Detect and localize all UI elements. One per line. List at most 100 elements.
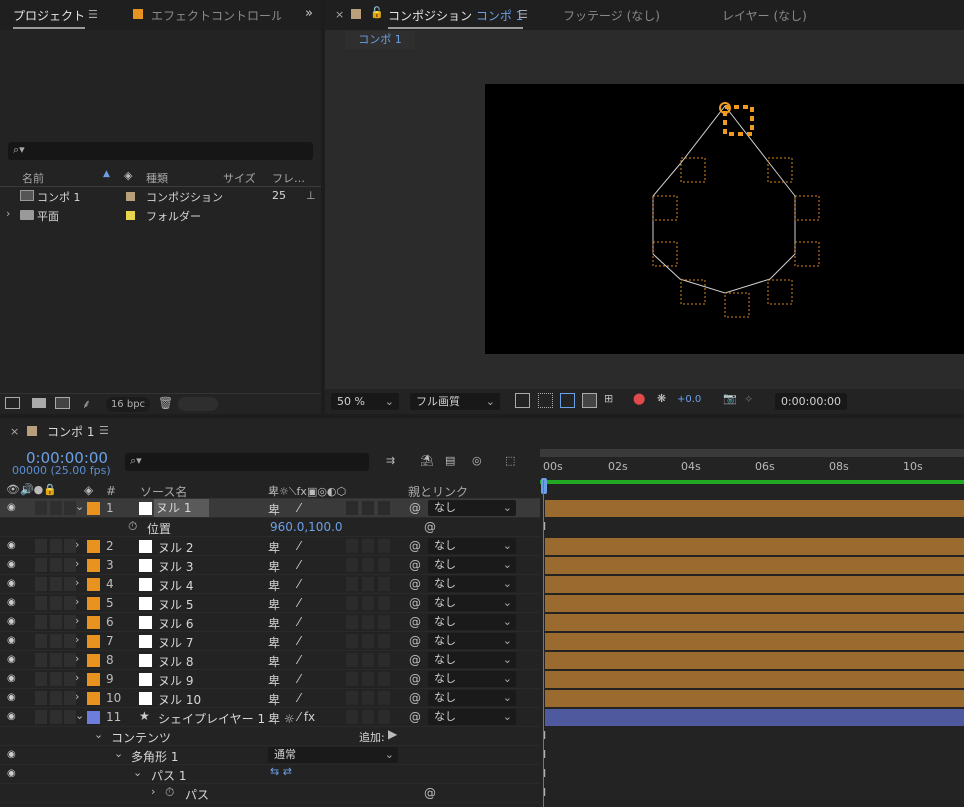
- switch-cell[interactable]: [362, 653, 374, 667]
- transparency-grid-icon[interactable]: [538, 393, 553, 408]
- quality-switch-icon[interactable]: ⁄: [298, 596, 300, 610]
- eye-icon[interactable]: ◉: [7, 540, 19, 552]
- eye-icon[interactable]: ◉: [7, 578, 19, 590]
- pick-whip-icon[interactable]: @: [409, 577, 421, 591]
- shy-switch-icon[interactable]: 卑: [268, 615, 280, 632]
- item-label-swatch[interactable]: [126, 211, 135, 220]
- new-composition-icon[interactable]: [55, 397, 70, 409]
- sort-up-icon[interactable]: ▲: [103, 169, 110, 179]
- switch-cell[interactable]: [362, 539, 374, 553]
- shy-switch-icon[interactable]: 卑: [268, 653, 280, 670]
- layer-duration-bar[interactable]: [545, 614, 964, 631]
- eye-icon[interactable]: ◉: [7, 597, 19, 609]
- tab-project[interactable]: プロジェクト: [13, 7, 86, 29]
- switch-cell[interactable]: [346, 539, 358, 553]
- shy-switch-icon[interactable]: 卑: [268, 634, 280, 651]
- switch-cell[interactable]: [35, 710, 47, 724]
- switch-cell[interactable]: [378, 710, 390, 724]
- null-handle[interactable]: [794, 241, 820, 267]
- label-color-swatch[interactable]: [87, 597, 100, 610]
- position-value[interactable]: 960.0,100.0: [270, 520, 343, 534]
- eye-icon[interactable]: ◉: [7, 692, 19, 704]
- chevron-icon[interactable]: ›: [75, 690, 79, 703]
- close-icon[interactable]: ×: [335, 8, 344, 21]
- switch-cell[interactable]: [362, 558, 374, 572]
- chevron-icon[interactable]: ›: [75, 595, 79, 608]
- layer-duration-bar[interactable]: [545, 595, 964, 612]
- camera-icon[interactable]: 📷: [723, 392, 737, 405]
- switch-cell[interactable]: [50, 634, 62, 648]
- eye-icon[interactable]: ◉: [7, 616, 19, 628]
- bpc-button[interactable]: 16 bpc: [106, 397, 150, 412]
- switch-cell[interactable]: [346, 615, 358, 629]
- shy-switch-icon[interactable]: 卑: [268, 539, 280, 556]
- shy-switch-icon[interactable]: 卑: [268, 691, 280, 708]
- item-label-swatch[interactable]: [126, 192, 135, 201]
- chevron-right-icon[interactable]: ›: [151, 785, 155, 798]
- quality-switch-icon[interactable]: ⁄: [298, 634, 300, 648]
- null-handle[interactable]: [724, 292, 750, 318]
- layer-row[interactable]: ◉ › 10 ヌル 10 卑 ⁄ @ なし ⌄: [0, 689, 540, 708]
- layer-name[interactable]: ヌル 5: [158, 596, 193, 613]
- panel-menu-icon[interactable]: ☰: [518, 8, 528, 21]
- tab-composition[interactable]: コンポジション コンポ 1: [388, 7, 524, 29]
- tab-footage[interactable]: フッテージ (なし): [563, 7, 660, 24]
- chevron-icon[interactable]: ›: [75, 557, 79, 570]
- layer-duration-bar[interactable]: [545, 557, 964, 574]
- quality-switch-icon[interactable]: ⁄: [298, 691, 300, 705]
- switch-cell[interactable]: [378, 634, 390, 648]
- pick-whip-icon[interactable]: @: [409, 501, 421, 515]
- chevron-double-right-icon[interactable]: »: [305, 6, 313, 21]
- layer-duration-bar[interactable]: [545, 576, 964, 593]
- switch-cell[interactable]: [362, 615, 374, 629]
- null-handle[interactable]: [680, 157, 706, 183]
- chevron-icon[interactable]: ›: [75, 652, 79, 665]
- layer-row[interactable]: ◉ ⌄ 1 ヌル 1 卑 ⁄ @ なし ⌄: [0, 499, 540, 518]
- pick-whip-icon[interactable]: @: [409, 596, 421, 610]
- switch-cell[interactable]: [50, 672, 62, 686]
- fast-preview-icon[interactable]: [515, 393, 530, 408]
- parent-select[interactable]: なし ⌄: [428, 576, 516, 592]
- switch-cell[interactable]: [378, 653, 390, 667]
- project-item-comp[interactable]: コンポ 1 コンポジション 25: [0, 187, 321, 206]
- pick-whip-icon[interactable]: @: [409, 672, 421, 686]
- work-area-bar[interactable]: [540, 449, 964, 457]
- layer-row[interactable]: ◉ › 9 ヌル 9 卑 ⁄ @ なし ⌄: [0, 670, 540, 689]
- layer-row[interactable]: ◉ › 6 ヌル 6 卑 ⁄ @ なし ⌄: [0, 613, 540, 632]
- resolution-select[interactable]: フル画質 ⌄: [410, 393, 500, 410]
- path-group[interactable]: パス 1: [151, 767, 186, 784]
- col-source-name[interactable]: ソース名: [140, 483, 187, 500]
- tab-layer[interactable]: レイヤー (なし): [722, 7, 807, 24]
- switch-cell[interactable]: [362, 672, 374, 686]
- eye-icon[interactable]: ◉: [7, 749, 19, 761]
- show-snapshot-icon[interactable]: ⟡: [745, 392, 752, 406]
- switch-cell[interactable]: [50, 691, 62, 705]
- shy-switch-icon[interactable]: 卑 ☼: [268, 710, 295, 727]
- layer-name[interactable]: ヌル 7: [158, 634, 193, 651]
- switch-cell[interactable]: [35, 615, 47, 629]
- eye-icon[interactable]: ◉: [7, 635, 19, 647]
- chevron-icon[interactable]: ⌄: [75, 709, 84, 722]
- switch-cell[interactable]: [362, 634, 374, 648]
- label-color-swatch[interactable]: [87, 635, 100, 648]
- layer-row[interactable]: ◉ › 7 ヌル 7 卑 ⁄ @ なし ⌄: [0, 632, 540, 651]
- layer-name[interactable]: ヌル 6: [158, 615, 193, 632]
- region-of-interest-icon[interactable]: [582, 393, 597, 408]
- frame-blending-icon[interactable]: ▤: [445, 454, 455, 467]
- shy-switch-icon[interactable]: 卑: [268, 596, 280, 613]
- switch-cell[interactable]: [378, 577, 390, 591]
- project-item-folder[interactable]: › 平面 フォルダー: [0, 206, 321, 225]
- quality-switch-icon[interactable]: ⁄: [298, 558, 300, 572]
- eye-icon[interactable]: ◉: [7, 768, 19, 780]
- layer-search-input[interactable]: ⌕▾: [125, 453, 369, 471]
- switch-cell[interactable]: [35, 653, 47, 667]
- switch-cell[interactable]: [346, 691, 358, 705]
- switch-cell[interactable]: [35, 539, 47, 553]
- quality-switch-icon[interactable]: ⁄: [298, 615, 300, 629]
- path-direction-icon[interactable]: ⇆ ⇄: [270, 765, 292, 778]
- layer-row[interactable]: ◉ › 8 ヌル 8 卑 ⁄ @ なし ⌄: [0, 651, 540, 670]
- pick-whip-icon[interactable]: @: [409, 653, 421, 667]
- switch-cell[interactable]: [50, 501, 62, 515]
- leaf-icon[interactable]: ⸙: [82, 395, 91, 412]
- timeline-comp-tab[interactable]: コンポ 1: [47, 423, 94, 440]
